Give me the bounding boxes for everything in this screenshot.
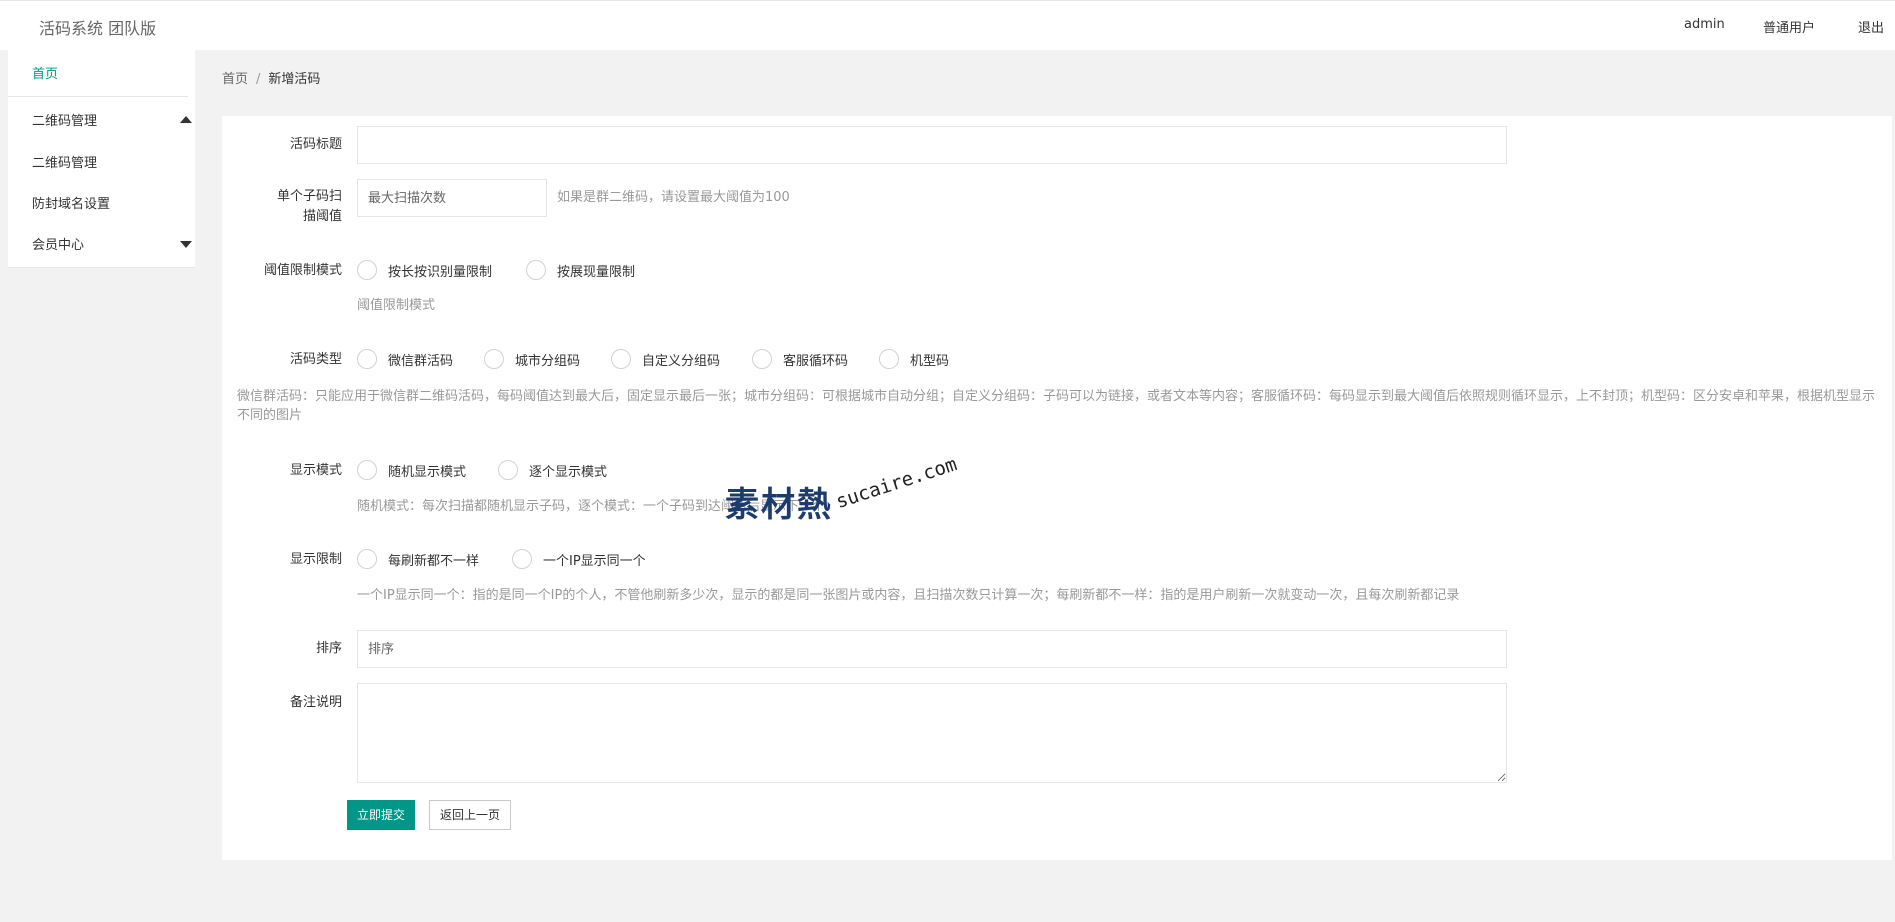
display-mode-radio-sequential[interactable]: 逐个显示模式 — [498, 460, 607, 480]
app-title: 活码系统 团队版 — [39, 19, 157, 38]
display-mode-radio-random[interactable]: 随机显示模式 — [357, 460, 466, 480]
type-radio-device[interactable]: 机型码 — [879, 349, 949, 369]
display-limit-label: 显示限制 — [289, 552, 342, 567]
user-role-link[interactable]: 普通用户 — [1763, 17, 1815, 36]
title-label: 活码标题 — [289, 137, 342, 152]
chevron-down-icon[interactable] — [180, 241, 192, 248]
title-input[interactable] — [357, 126, 1507, 164]
threshold-label: 单个子码扫描阈值 — [276, 189, 342, 224]
sidebar-item-member-center[interactable]: 会员中心 — [32, 234, 84, 253]
watermark-cn: 素材熱 — [725, 485, 833, 525]
limit-mode-hint: 阈值限制模式 — [357, 298, 436, 313]
radio-circle-icon[interactable] — [357, 549, 377, 569]
submit-button[interactable]: 立即提交 — [347, 800, 415, 830]
breadcrumb-current: 新增活码 — [268, 72, 321, 87]
radio-circle-icon[interactable] — [498, 460, 518, 480]
limit-mode-radio-impression[interactable]: 按展现量限制 — [526, 260, 635, 280]
type-hint: 微信群活码：只能应用于微信群二维码活码，每码阈值达到最大后，固定显示最后一张；城… — [237, 389, 1876, 423]
radio-circle-icon[interactable] — [357, 460, 377, 480]
sidebar-subitem-qr-management[interactable]: 二维码管理 — [32, 152, 97, 171]
limit-mode-radio-longpress[interactable]: 按长按识别量限制 — [357, 260, 492, 280]
watermark-logo: 素材熱 sucaire.com — [725, 453, 975, 537]
radio-circle-icon[interactable] — [357, 260, 377, 280]
radio-circle-icon[interactable] — [512, 549, 532, 569]
sidebar-item-home[interactable]: 首页 — [32, 63, 58, 82]
radio-circle-icon[interactable] — [752, 349, 772, 369]
threshold-input[interactable] — [357, 179, 547, 217]
breadcrumb-separator: / — [256, 72, 261, 87]
type-radio-wechat-group[interactable]: 微信群活码 — [357, 349, 453, 369]
back-button[interactable]: 返回上一页 — [429, 800, 511, 830]
type-radio-custom-group[interactable]: 自定义分组码 — [611, 349, 720, 369]
remark-label: 备注说明 — [289, 695, 342, 710]
sort-label: 排序 — [315, 641, 342, 656]
remark-textarea[interactable] — [357, 683, 1507, 783]
type-label: 活码类型 — [289, 352, 342, 367]
radio-circle-icon[interactable] — [879, 349, 899, 369]
sidebar-item-qr-management[interactable]: 二维码管理 — [32, 110, 97, 129]
display-limit-radio-refresh[interactable]: 每刷新都不一样 — [357, 549, 479, 569]
breadcrumb: 首页 / 新增活码 — [222, 68, 320, 87]
display-mode-label: 显示模式 — [289, 463, 342, 478]
radio-circle-icon[interactable] — [484, 349, 504, 369]
sidebar-menu: 首页 二维码管理 二维码管理 防封域名设置 会员中心 — [8, 50, 195, 268]
user-name-link[interactable]: admin — [1684, 17, 1725, 32]
chevron-up-icon[interactable] — [180, 116, 192, 123]
radio-circle-icon[interactable] — [357, 349, 377, 369]
divider — [8, 267, 195, 268]
logout-link[interactable]: 退出 — [1858, 17, 1884, 36]
display-limit-radio-ip[interactable]: 一个IP显示同一个 — [512, 549, 646, 569]
threshold-hint: 如果是群二维码，请设置最大阈值为100 — [557, 190, 790, 205]
radio-circle-icon[interactable] — [526, 260, 546, 280]
breadcrumb-home[interactable]: 首页 — [222, 72, 248, 87]
sidebar: 首页 二维码管理 二维码管理 防封域名设置 会员中心 — [0, 50, 207, 922]
sidebar-subitem-domain-settings[interactable]: 防封域名设置 — [32, 193, 110, 212]
divider — [8, 96, 188, 97]
form-card: 活码标题 单个子码扫描阈值 如果是群二维码，请设置最大阈值为100 阈值限制模式… — [222, 116, 1892, 860]
top-header: 活码系统 团队版 admin 普通用户 退出 — [0, 0, 1895, 50]
type-radio-service-loop[interactable]: 客服循环码 — [752, 349, 848, 369]
type-radio-city-group[interactable]: 城市分组码 — [484, 349, 580, 369]
limit-mode-label: 阈值限制模式 — [263, 263, 342, 278]
radio-circle-icon[interactable] — [611, 349, 631, 369]
display-limit-hint: 一个IP显示同一个：指的是同一个IP的个人，不管他刷新多少次，显示的都是同一张图… — [357, 588, 1460, 603]
sort-input[interactable] — [357, 630, 1507, 668]
